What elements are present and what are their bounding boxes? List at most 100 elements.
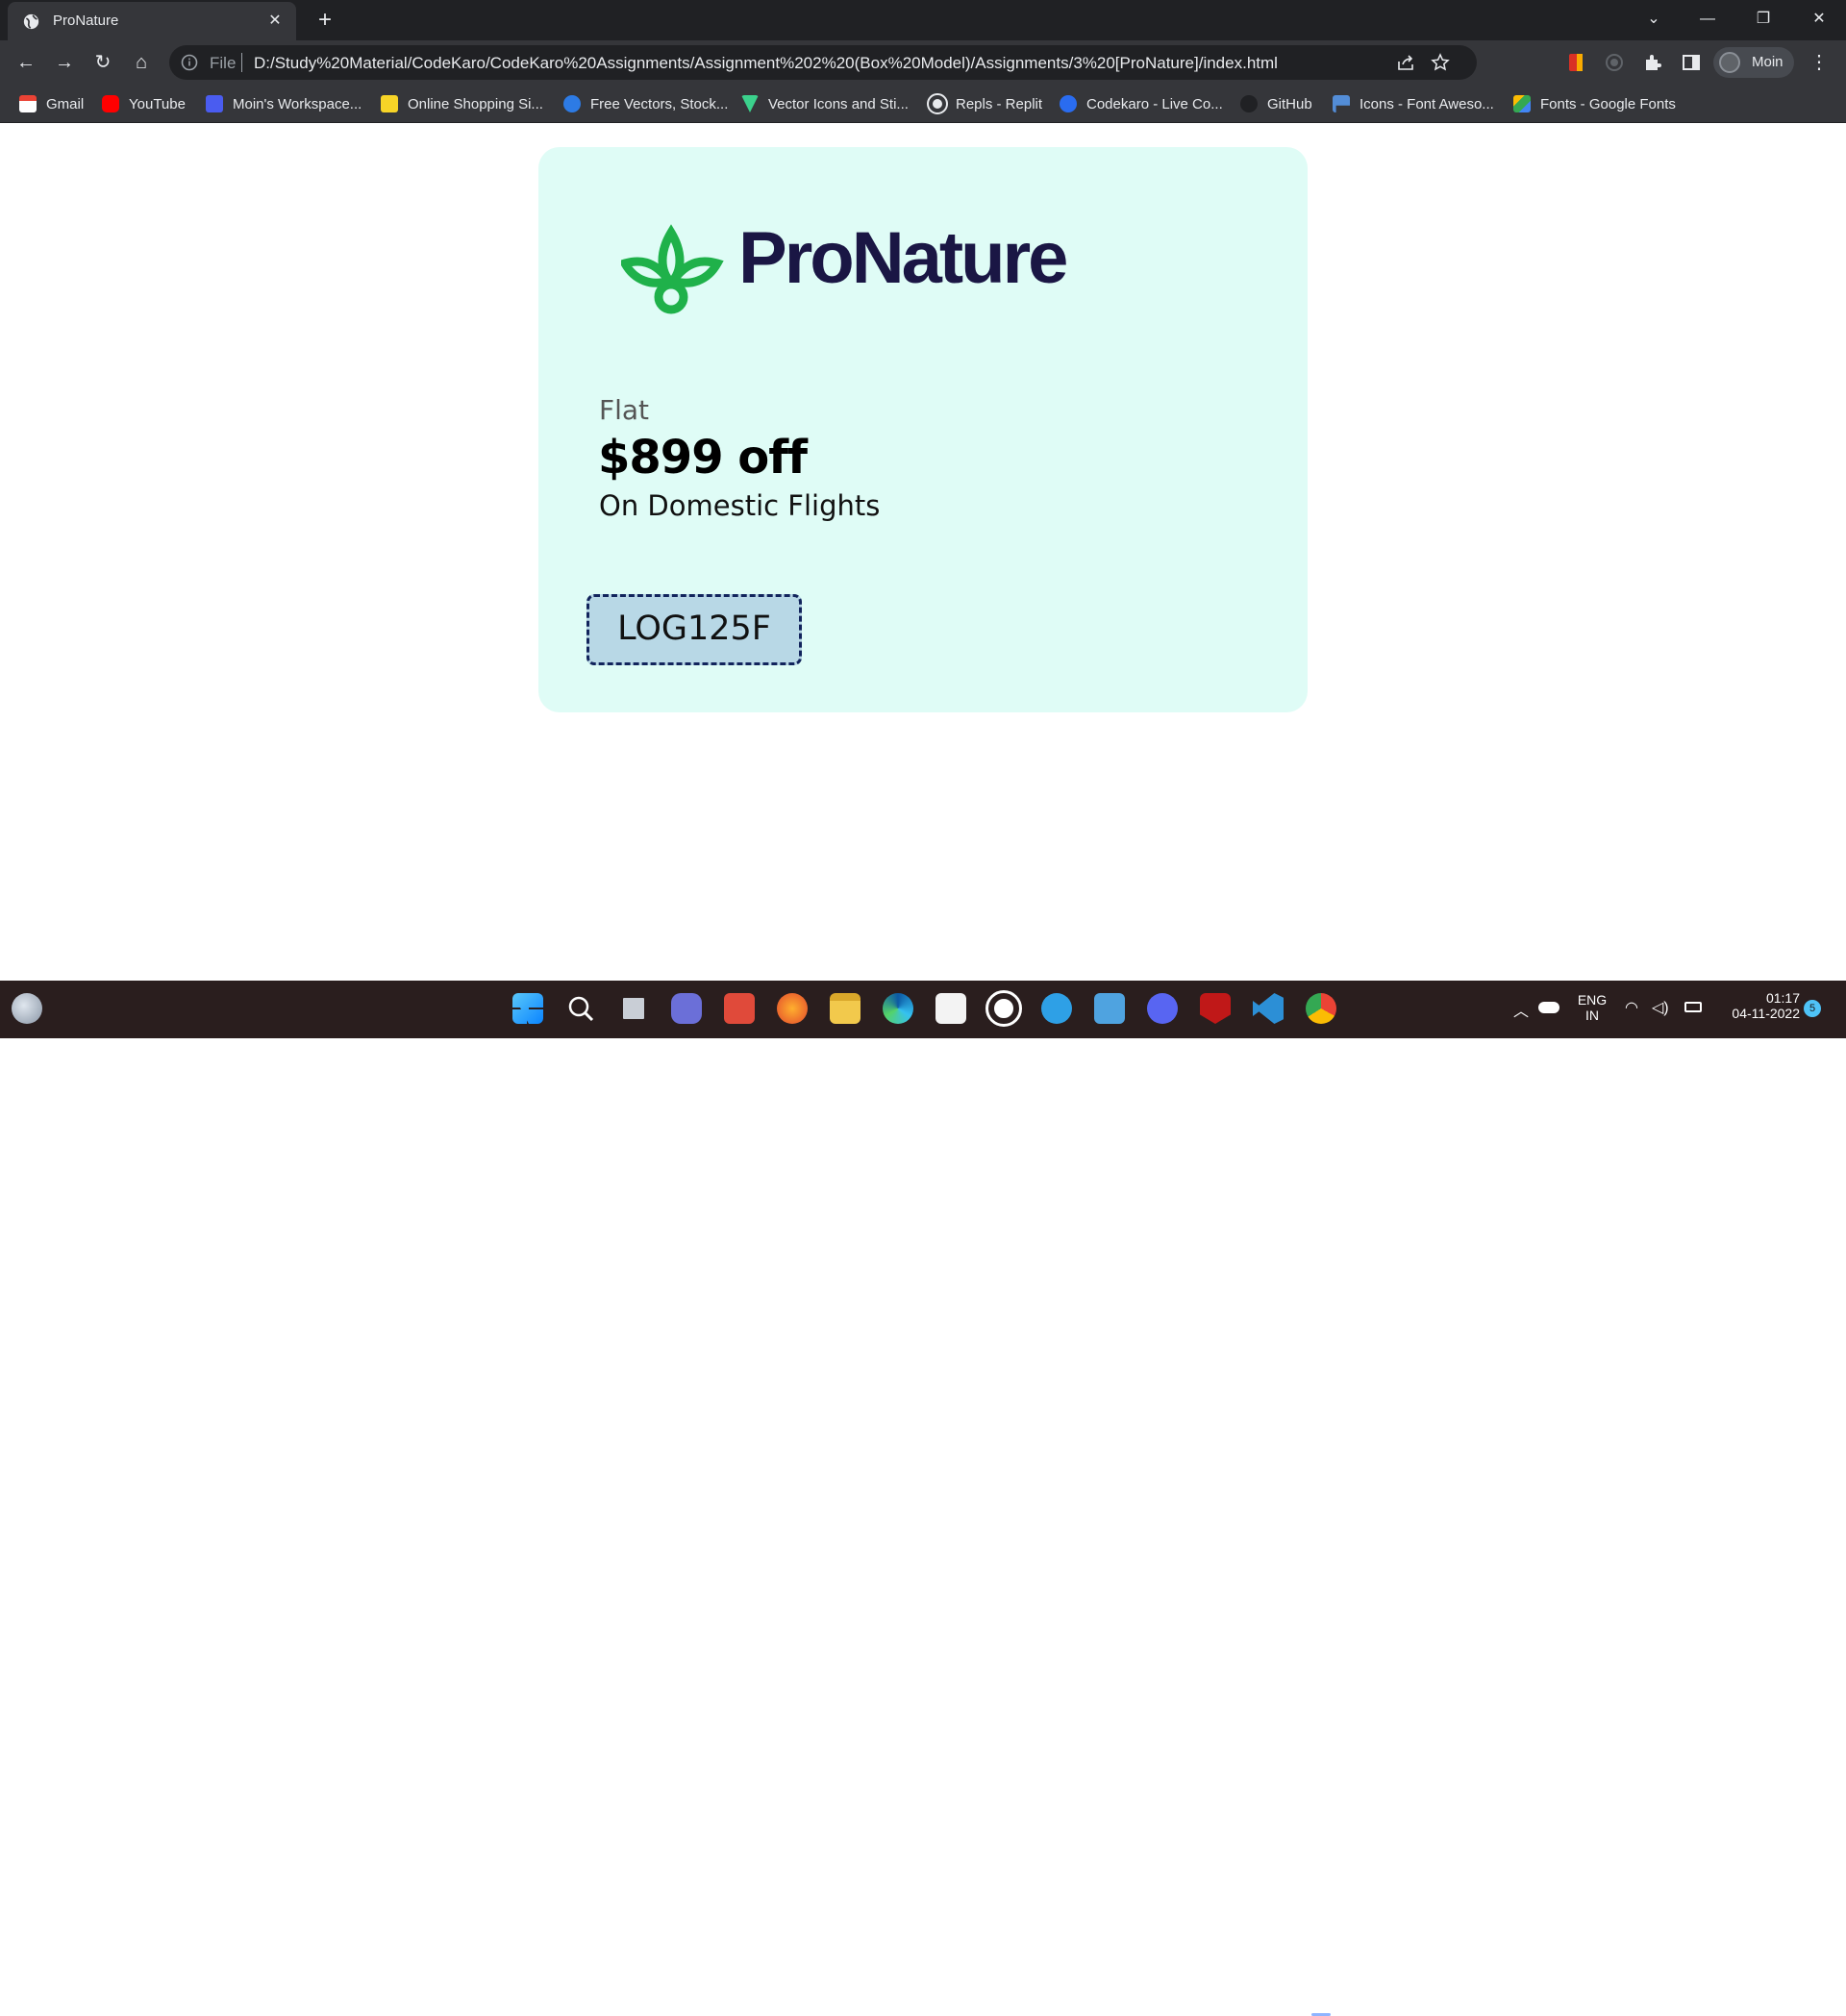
bookmark-youtube[interactable]: YouTube [102,92,186,115]
tab-strip: ProNature ✕ + ⌄ — ❐ ✕ [0,0,1846,40]
bookmark-label: Codekaro - Live Co... [1086,95,1223,112]
fontawesome-icon [1333,95,1350,112]
avatar [1719,52,1740,73]
firefox-icon[interactable] [777,993,808,1024]
bookmark-star-icon[interactable] [1431,53,1450,72]
bookmark-label: Repls - Replit [956,95,1043,112]
browser-toolbar: ← → ↻ ⌂ File D:/Study%20Material/CodeKar… [0,40,1846,85]
clock[interactable]: 01:17 04-11-2022 [1713,990,1800,1021]
language-indicator[interactable]: ENG IN [1573,992,1611,1023]
bookmark-label: Free Vectors, Stock... [590,95,729,112]
bookmark-label: Icons - Font Aweso... [1360,95,1494,112]
reload-button[interactable]: ↻ [88,48,117,77]
file-explorer-icon[interactable] [830,993,861,1024]
battery-icon[interactable] [1684,1002,1702,1012]
offer-card: ProNature Flat $899 off On Domestic Flig… [538,147,1308,712]
notepad-icon[interactable] [1094,993,1125,1024]
restore-button[interactable]: ❐ [1736,0,1790,40]
profile-name: Moin [1752,54,1784,70]
globe-icon [23,13,39,30]
youtube-icon [102,95,119,112]
tray-overflow-icon[interactable]: ︿ [1513,998,1529,1021]
share-icon[interactable] [1396,53,1415,72]
coupon-code[interactable]: LOG125F [586,594,802,665]
tab-title: ProNature [53,12,119,29]
browser-tab[interactable]: ProNature ✕ [8,2,296,40]
github-desktop-icon[interactable] [985,990,1022,1027]
volume-icon[interactable]: ◁) [1652,998,1669,1017]
bookmark-free-vectors[interactable]: Free Vectors, Stock... [563,92,728,115]
clock-date: 04-11-2022 [1732,1006,1800,1021]
wifi-icon[interactable]: ◠ [1625,998,1638,1017]
bookmark-workspace[interactable]: Moin's Workspace... [206,92,362,115]
url-scheme-label: File [210,54,237,72]
flipkart-icon [381,95,398,112]
extension-record-icon[interactable] [1604,52,1625,73]
discord-icon[interactable] [1147,993,1178,1024]
region-code: IN [1585,1008,1599,1023]
home-button[interactable]: ⌂ [127,48,156,77]
task-view-icon[interactable] [618,993,649,1024]
notification-badge[interactable]: 5 [1804,1000,1821,1017]
bookmark-label: Online Shopping Si... [408,95,543,112]
offer-subtitle: On Domestic Flights [599,489,881,522]
edge-icon[interactable] [883,993,913,1024]
url-text[interactable]: D:/Study%20Material/CodeKaro/CodeKaro%20… [254,54,1278,73]
address-bar[interactable]: File D:/Study%20Material/CodeKaro/CodeKa… [169,45,1477,80]
bookmark-label: GitHub [1267,95,1312,112]
info-icon[interactable] [181,54,198,71]
teams-chat-icon[interactable] [671,993,702,1024]
bookmark-github[interactable]: GitHub [1240,92,1312,115]
bookmark-gmail[interactable]: Gmail [19,92,84,115]
onedrive-icon[interactable] [1538,1002,1559,1013]
tab-search-chevron-icon[interactable]: ⌄ [1627,0,1681,40]
browser-menu-icon[interactable]: ⋮ [1808,50,1831,75]
bookmark-google-fonts[interactable]: Fonts - Google Fonts [1513,92,1676,115]
mcafee-icon[interactable] [1200,993,1231,1024]
vscode-icon[interactable] [1253,993,1284,1024]
github-icon [1240,95,1258,112]
bookmark-codekaro[interactable]: Codekaro - Live Co... [1060,92,1223,115]
freepik-icon [563,95,581,112]
chrome-icon[interactable] [1306,993,1336,1024]
help-icon[interactable] [1041,993,1072,1024]
windows-taskbar: ︿ ENG IN ◠ ◁) 01:17 04-11-2022 5 [0,981,1846,2016]
weather-widget-icon[interactable] [12,993,42,1024]
search-icon[interactable] [565,993,596,1024]
discount-amount: $899 off [598,431,808,485]
back-button[interactable]: ← [12,48,40,77]
close-tab-icon[interactable]: ✕ [265,12,285,31]
bookmark-label: Moin's Workspace... [233,95,362,112]
side-panel-icon[interactable] [1681,52,1702,73]
workspace-icon [206,95,223,112]
bookmarks-bar: Gmail YouTube Moin's Workspace... Online… [0,85,1846,123]
new-tab-button[interactable]: + [312,7,338,34]
flaticon-icon [741,95,759,112]
gmail-icon [19,95,37,112]
profile-button[interactable]: Moin [1713,47,1794,78]
bookmark-label: Fonts - Google Fonts [1540,95,1676,112]
windows-start-icon[interactable] [512,993,543,1024]
bookmark-label: Gmail [46,95,85,112]
extensions-puzzle-icon[interactable] [1642,52,1663,73]
bookmark-label: YouTube [129,95,186,112]
flat-label: Flat [599,394,650,426]
bookmark-replit[interactable]: Repls - Replit [927,92,1043,115]
brand-name: ProNature [738,217,1068,299]
forward-button[interactable]: → [50,48,79,77]
extension-red-icon[interactable] [1565,52,1586,73]
bookmark-vector-icons[interactable]: Vector Icons and Sti... [741,92,909,115]
power-app-icon[interactable] [724,993,755,1024]
bookmark-font-awesome[interactable]: Icons - Font Aweso... [1333,92,1494,115]
close-window-button[interactable]: ✕ [1792,0,1846,40]
store-icon[interactable] [935,993,966,1024]
language-code: ENG [1577,992,1608,1008]
bookmark-label: Vector Icons and Sti... [768,95,909,112]
googlefonts-icon [1513,95,1531,112]
clock-time: 01:17 [1765,990,1800,1006]
replit-icon [927,93,948,114]
minimize-button[interactable]: — [1681,0,1734,40]
url-separator [241,53,242,72]
bookmark-online-shopping[interactable]: Online Shopping Si... [381,92,543,115]
codekaro-icon [1060,95,1077,112]
